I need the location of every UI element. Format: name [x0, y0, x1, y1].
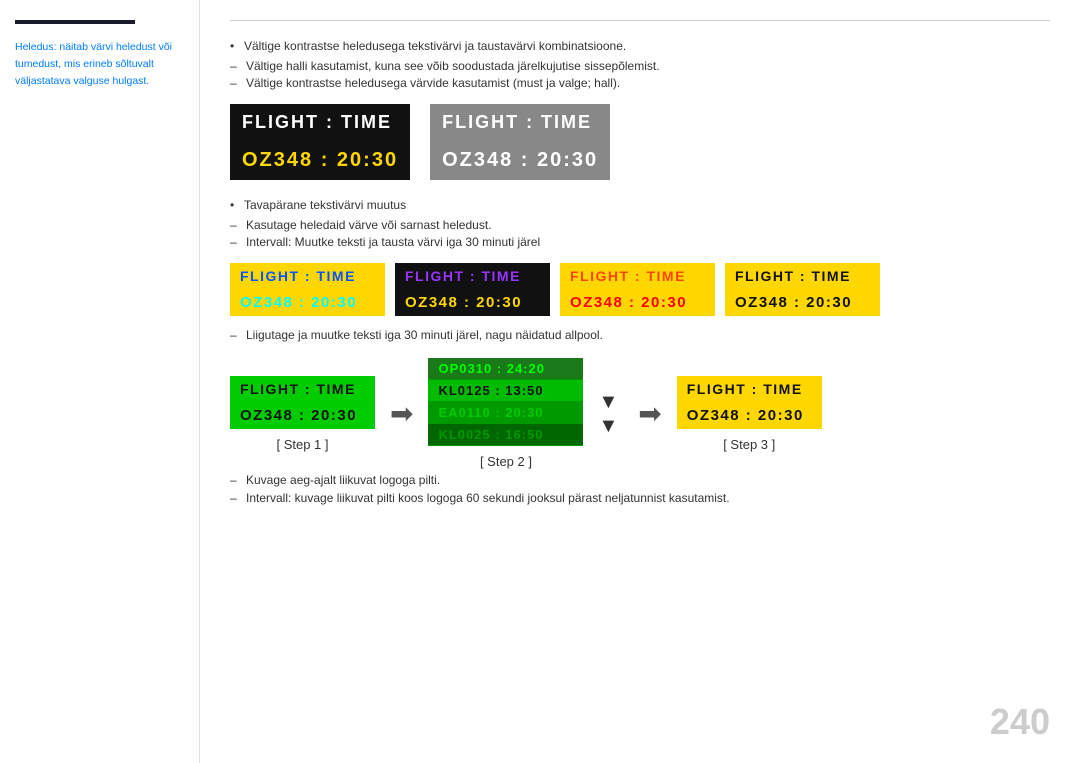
step-2-display: OP0310 : 24:20 KL0125 : 13:50 EA0110 : 2… — [428, 358, 583, 446]
mid-bullet-list: Tavapärane tekstivärvi muutus — [230, 198, 1050, 212]
bottom-note-1: Intervall: kuvage liikuvat pilti koos lo… — [230, 491, 1050, 505]
step-1-body: OZ348 : 20:30 — [230, 402, 375, 429]
step-3-header: FLIGHT : TIME — [677, 376, 822, 402]
step-3-display: FLIGHT : TIME OZ348 : 20:30 — [677, 376, 822, 429]
arrows-down: ▼ ▼ — [598, 390, 618, 438]
variants-row: FLIGHT : TIME OZ348 : 20:30 FLIGHT : TIM… — [230, 263, 1050, 316]
mid-bullet-0: Tavapärane tekstivärvi muutus — [230, 198, 1050, 212]
variant-1-header: FLIGHT : TIME — [395, 263, 550, 289]
top-divider — [230, 20, 1050, 21]
variant-box-2: FLIGHT : TIME OZ348 : 20:30 — [560, 263, 715, 316]
steps-row: FLIGHT : TIME OZ348 : 20:30 [ Step 1 ] ➡… — [230, 358, 1050, 469]
arrow-right-2: ➡ — [638, 397, 661, 430]
step-1-unit: FLIGHT : TIME OZ348 : 20:30 [ Step 1 ] — [230, 376, 375, 452]
flight-box-1-body: OZ348 : 20:30 — [230, 141, 410, 180]
main-content: Vältige kontrastse heledusega tekstivärv… — [200, 0, 1080, 763]
step-2-row-3: KL0025 : 16:50 — [428, 424, 583, 446]
move-note: Liigutage ja muutke teksti iga 30 minuti… — [230, 328, 1050, 342]
step-3-body: OZ348 : 20:30 — [677, 402, 822, 429]
mid-dash-1: Intervall: Muutke teksti ja tausta värvi… — [230, 235, 1050, 249]
dash-item-0: Vältige halli kasutamist, kuna see võib … — [230, 59, 1050, 73]
top-bullet-list: Vältige kontrastse heledusega tekstivärv… — [230, 39, 1050, 53]
flight-box-2-body: OZ348 : 20:30 — [430, 141, 610, 180]
variant-box-1: FLIGHT : TIME OZ348 : 20:30 — [395, 263, 550, 316]
sidebar: Heledus: näitab värvi heledust või tumed… — [0, 0, 200, 763]
flight-box-1-header: FLIGHT : TIME — [230, 104, 410, 141]
variant-3-body: OZ348 : 20:30 — [725, 289, 880, 316]
flight-displays-row: FLIGHT : TIME OZ348 : 20:30 FLIGHT : TIM… — [230, 104, 1050, 180]
variant-3-header: FLIGHT : TIME — [725, 263, 880, 289]
bullet-item-0: Vältige kontrastse heledusega tekstivärv… — [230, 39, 1050, 53]
step-2-row-2: EA0110 : 20:30 — [428, 402, 583, 424]
variant-box-3: FLIGHT : TIME OZ348 : 20:30 — [725, 263, 880, 316]
step-2-unit: OP0310 : 24:20 KL0125 : 13:50 EA0110 : 2… — [428, 358, 583, 469]
bottom-note-0: Kuvage aeg-ajalt liikuvat logoga pilti. — [230, 473, 1050, 487]
flight-box-1: FLIGHT : TIME OZ348 : 20:30 — [230, 104, 410, 180]
arrow-down-2: ▼ — [598, 414, 618, 438]
variant-2-header: FLIGHT : TIME — [560, 263, 715, 289]
variant-box-0: FLIGHT : TIME OZ348 : 20:30 — [230, 263, 385, 316]
flight-box-2: FLIGHT : TIME OZ348 : 20:30 — [430, 104, 610, 180]
arrows-down-group: ▼ ▼ — [593, 390, 623, 438]
mid-dash-list: Kasutage heledaid värve või sarnast hele… — [230, 218, 1050, 249]
variant-0-body: OZ348 : 20:30 — [230, 289, 385, 316]
step-3-unit: FLIGHT : TIME OZ348 : 20:30 [ Step 3 ] — [677, 376, 822, 452]
dash-item-1: Vältige kontrastse heledusega värvide ka… — [230, 76, 1050, 90]
top-dash-list: Vältige halli kasutamist, kuna see võib … — [230, 59, 1050, 90]
page-container: Heledus: näitab värvi heledust või tumed… — [0, 0, 1080, 763]
step-1-display: FLIGHT : TIME OZ348 : 20:30 — [230, 376, 375, 429]
variant-1-body: OZ348 : 20:30 — [395, 289, 550, 316]
mid-dash-0: Kasutage heledaid värve või sarnast hele… — [230, 218, 1050, 232]
step-2-row-1: KL0125 : 13:50 — [428, 380, 583, 402]
sidebar-note: Heledus: näitab värvi heledust või tumed… — [15, 39, 184, 89]
step-1-header: FLIGHT : TIME — [230, 376, 375, 402]
step-2-label: [ Step 2 ] — [480, 454, 532, 469]
arrow-right-1: ➡ — [390, 397, 413, 430]
step-3-label: [ Step 3 ] — [723, 437, 775, 452]
variants-section: FLIGHT : TIME OZ348 : 20:30 FLIGHT : TIM… — [230, 263, 1050, 316]
arrow-down-1: ▼ — [598, 390, 618, 414]
sidebar-bar — [15, 20, 135, 24]
step-2-row-0: OP0310 : 24:20 — [428, 358, 583, 380]
step-1-label: [ Step 1 ] — [276, 437, 328, 452]
variant-2-body: OZ348 : 20:30 — [560, 289, 715, 316]
page-number: 240 — [990, 701, 1050, 743]
flight-box-2-header: FLIGHT : TIME — [430, 104, 610, 141]
bottom-notes: Kuvage aeg-ajalt liikuvat logoga pilti. … — [230, 473, 1050, 505]
variant-0-header: FLIGHT : TIME — [230, 263, 385, 289]
